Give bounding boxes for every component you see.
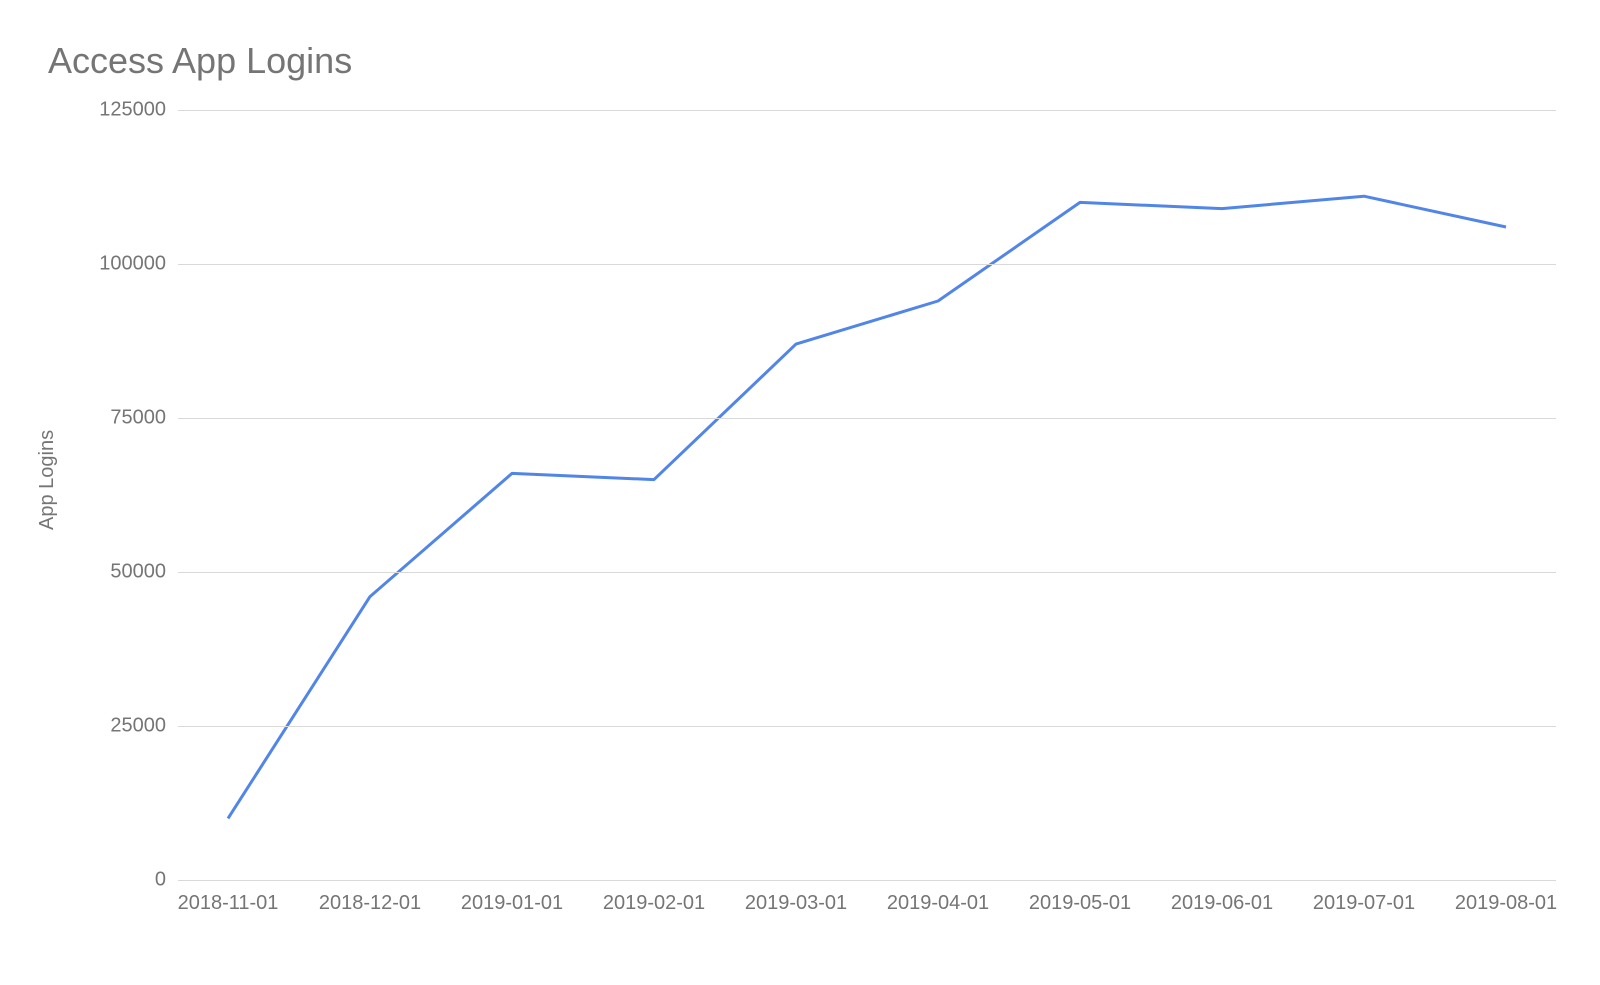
x-tick-label: 2019-08-01 [1455,892,1557,915]
y-axis-label: App Logins [36,430,59,530]
x-tick-label: 2019-01-01 [461,892,563,915]
x-tick-label: 2019-06-01 [1171,892,1273,915]
x-tick-label: 2018-12-01 [319,892,421,915]
x-tick-label: 2019-03-01 [745,892,847,915]
x-tick-label: 2019-05-01 [1029,892,1131,915]
gridline [178,726,1556,727]
y-tick-label: 125000 [46,99,166,122]
x-tick-label: 2019-02-01 [603,892,705,915]
line-chart-svg [178,110,1556,880]
gridline [178,264,1556,265]
x-tick-label: 2018-11-01 [178,892,279,915]
gridline [178,418,1556,419]
plot-area: 02500050000750001000001250002018-11-0120… [178,110,1556,880]
y-tick-label: 0 [46,869,166,892]
chart-title: Access App Logins [48,40,352,82]
y-tick-label: 100000 [46,253,166,276]
y-tick-label: 50000 [46,561,166,584]
gridline [178,880,1556,881]
x-tick-label: 2019-07-01 [1313,892,1415,915]
gridline [178,110,1556,111]
y-tick-label: 75000 [46,407,166,430]
y-tick-label: 25000 [46,715,166,738]
x-tick-label: 2019-04-01 [887,892,989,915]
gridline [178,572,1556,573]
